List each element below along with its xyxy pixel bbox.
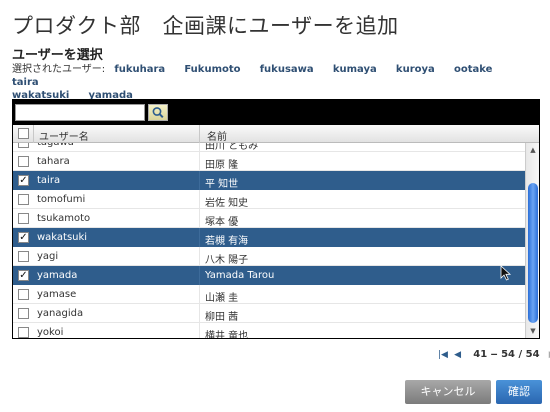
table-row[interactable]: ✓ yamada Yamada Tarou [13,266,525,285]
select-all-checkbox[interactable] [18,128,29,139]
pagination: |◀ ◀ 41 ‒ 54 / 54 ▶ ▶| [438,349,550,360]
selected-user[interactable]: fukusawa [260,64,314,75]
cell-name: 八木 陽子 [205,255,249,266]
section-heading: ユーザーを選択 [12,48,103,63]
cancel-button[interactable]: キャンセル [405,380,491,404]
cell-username: tahara [37,156,70,167]
cell-username: tomofumi [37,194,86,205]
search-input[interactable] [15,104,145,121]
page-title: プロダクト部 企画課にユーザーを追加 [12,14,399,38]
selected-user[interactable]: taira [12,77,39,88]
table-row[interactable]: yagi 八木 陽子 [13,247,525,266]
row-checkbox[interactable] [18,156,29,167]
row-checkbox[interactable]: ✓ [18,175,29,186]
row-checkbox[interactable]: ✓ [18,232,29,243]
confirm-button[interactable]: 確認 [496,380,542,404]
table-row[interactable]: tomofumi 岩佐 知史 [13,190,525,209]
cell-name: 若槻 有海 [205,236,249,247]
scroll-thumb[interactable] [528,183,538,323]
cell-username: wakatsuki [37,232,88,243]
cell-name: Yamada Tarou [205,270,275,281]
cell-username: yagi [37,251,59,262]
selected-user[interactable]: Fukumoto [184,64,240,75]
user-picker-panel: ユーザー名 名前 tagawa 田川 ともみ tahara 田原 隆 ✓ taira 平 知… [12,99,540,339]
cell-username: yanagida [37,308,84,319]
table-row[interactable]: yamase 山瀬 圭 [13,285,525,304]
row-checkbox[interactable] [18,308,29,319]
table-row[interactable]: tahara 田原 隆 [13,152,525,171]
search-icon [152,107,164,119]
table-row[interactable]: yokoi 横井 竜也 [13,323,525,338]
cell-username: yokoi [37,327,64,338]
selected-user[interactable]: ootake [454,64,492,75]
table-row[interactable]: ✓ wakatsuki 若槻 有海 [13,228,525,247]
cell-username: tagawa [37,143,74,148]
page-range: 41 ‒ 54 / 54 [473,349,540,360]
row-checkbox[interactable] [18,327,29,338]
table-body: tagawa田川 ともみtahara田原 隆✓taira平 知世tomofumi… [13,143,525,338]
row-checkbox[interactable] [18,289,29,300]
selected-user[interactable]: fukuhara [114,64,165,75]
table-row[interactable]: ✓ taira 平 知世 [13,171,525,190]
prev-page-icon[interactable]: ◀ [454,350,461,360]
row-checkbox[interactable] [18,251,29,262]
selected-users: 選択されたユーザー: fukuhara Fukumoto fukusawa ku… [12,63,532,102]
table-row[interactable]: tagawa 田川 ともみ [13,143,525,152]
row-checkbox[interactable] [18,143,29,148]
cell-name: 平 知世 [205,179,239,190]
cell-name: 田川 ともみ [205,143,259,152]
table-header: ユーザー名 名前 [13,125,539,143]
selected-user[interactable]: kuroya [396,64,435,75]
first-page-icon[interactable]: |◀ [438,350,448,360]
column-username[interactable]: ユーザー名 [39,128,89,143]
cell-username: tsukamoto [37,213,91,224]
column-name[interactable]: 名前 [207,128,227,143]
search-bar [12,99,540,125]
cell-name: 柳田 茜 [205,312,239,323]
table-row[interactable]: tsukamoto 塚本 優 [13,209,525,228]
cell-name: 横井 竜也 [205,331,249,338]
user-table: ユーザー名 名前 tagawa 田川 ともみ tahara 田原 隆 ✓ taira 平 知… [13,125,539,338]
cell-username: taira [37,175,61,186]
mouse-cursor-icon [500,265,512,281]
selected-user[interactable]: kumaya [333,64,377,75]
selected-users-label: 選択されたユーザー: [12,64,106,75]
scroll-up-icon[interactable]: ▲ [528,145,538,155]
cell-name: 塚本 優 [205,217,239,228]
row-checkbox[interactable] [18,194,29,205]
row-checkbox[interactable]: ✓ [18,270,29,281]
cell-name: 岩佐 知史 [205,198,249,209]
search-button[interactable] [148,104,168,121]
cell-name: 田原 隆 [205,160,239,171]
row-checkbox[interactable] [18,213,29,224]
vertical-scrollbar[interactable]: ▲ ▼ [525,143,539,338]
cell-username: yamase [37,289,77,300]
table-row[interactable]: yanagida 柳田 茜 [13,304,525,323]
cell-name: 山瀬 圭 [205,293,239,304]
scroll-down-icon[interactable]: ▼ [528,326,538,336]
cell-username: yamada [37,270,78,281]
